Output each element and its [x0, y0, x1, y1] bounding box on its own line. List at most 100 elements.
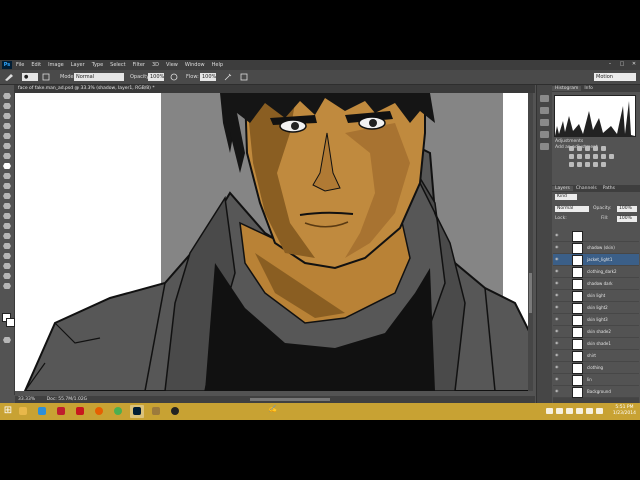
start-button[interactable]: ⊞	[2, 405, 14, 417]
opacity-field[interactable]: 100%	[148, 73, 164, 81]
color-balance-icon[interactable]	[577, 154, 582, 159]
clone-stamp-tool-icon[interactable]	[3, 173, 11, 179]
flow-field[interactable]: 100%	[200, 73, 216, 81]
move-tool-icon[interactable]	[3, 93, 11, 99]
layer-row[interactable]: ◉ Background	[553, 386, 639, 398]
visibility-eye-icon[interactable]: ◉	[555, 329, 560, 333]
visibility-eye-icon[interactable]: ◉	[555, 317, 560, 321]
brush-tool-preset-icon[interactable]	[4, 73, 16, 81]
layer-row[interactable]: ◉	[553, 230, 639, 242]
canvas-vertical-scrollbar[interactable]	[528, 93, 533, 391]
gradient-tool-icon[interactable]	[3, 203, 11, 209]
layer-row[interactable]: ◉ shadow (skin)	[553, 242, 639, 254]
layer-row[interactable]: ◉ skin light2	[553, 302, 639, 314]
visibility-eye-icon[interactable]: ◉	[555, 377, 560, 381]
selective-color-icon[interactable]	[601, 162, 606, 167]
zoom-tool-icon[interactable]	[3, 283, 11, 289]
taskbar-explorer-icon[interactable]	[16, 405, 30, 418]
layer-row[interactable]: ◉ skin shade1	[553, 338, 639, 350]
menu-file[interactable]: File	[16, 62, 24, 68]
vertical-scroll-thumb[interactable]	[529, 273, 532, 313]
visibility-eye-icon[interactable]: ◉	[555, 353, 560, 357]
shape-tool-icon[interactable]	[3, 263, 11, 269]
exposure-icon[interactable]	[593, 146, 598, 151]
brush-panel-icon[interactable]	[540, 119, 549, 126]
visibility-eye-icon[interactable]: ◉	[555, 257, 560, 261]
menu-type[interactable]: Type	[92, 62, 103, 68]
background-color-swatch[interactable]	[6, 318, 15, 327]
tab-info[interactable]: Info	[581, 86, 596, 91]
layer-filter-kind[interactable]: Kind	[555, 194, 577, 200]
zoom-level[interactable]: 33.33%	[15, 397, 35, 402]
vibrance-icon[interactable]	[601, 146, 606, 151]
eyedropper-tool-icon[interactable]	[3, 143, 11, 149]
network-icon[interactable]	[556, 408, 563, 414]
power-icon[interactable]	[596, 408, 603, 414]
keyboard-icon[interactable]	[546, 408, 553, 414]
color-lookup-icon[interactable]	[609, 154, 614, 159]
brush-panel-icon[interactable]	[42, 73, 50, 81]
type-tool-icon[interactable]	[3, 243, 11, 249]
brightness-icon[interactable]	[569, 146, 574, 151]
menu-3d[interactable]: 3D	[152, 62, 159, 68]
hue-saturation-icon[interactable]	[569, 154, 574, 159]
mode-select[interactable]: Normal	[74, 73, 124, 81]
layer-row[interactable]: ◉ lin	[553, 374, 639, 386]
properties-icon[interactable]	[540, 107, 549, 114]
visibility-eye-icon[interactable]: ◉	[555, 233, 560, 237]
dodge-tool-icon[interactable]	[3, 223, 11, 229]
canvas-area[interactable]	[15, 93, 533, 391]
volume-icon[interactable]	[576, 408, 583, 414]
taskbar-firefox-icon[interactable]	[92, 405, 106, 418]
blend-mode-select[interactable]: Normal	[555, 206, 589, 212]
taskbar-photos-icon[interactable]	[149, 405, 163, 418]
taskbar-acrobat-icon[interactable]	[73, 405, 87, 418]
layer-row[interactable]: ◉ skin shade2	[553, 326, 639, 338]
posterize-icon[interactable]	[577, 162, 582, 167]
visibility-eye-icon[interactable]: ◉	[555, 341, 560, 345]
menu-help[interactable]: Help	[212, 62, 223, 68]
menu-layer[interactable]: Layer	[71, 62, 85, 68]
menu-view[interactable]: View	[166, 62, 178, 68]
lasso-tool-icon[interactable]	[3, 113, 11, 119]
minimize-button[interactable]: –	[606, 61, 614, 68]
document-tab[interactable]: face of fake.man_ad.psd @ 33.3% (shadow,…	[15, 85, 535, 93]
layer-opacity-field[interactable]: 100%	[617, 206, 637, 212]
hand-tool-icon[interactable]	[3, 273, 11, 279]
gradient-map-icon[interactable]	[593, 162, 598, 167]
fill-field[interactable]: 100%	[617, 216, 637, 222]
invert-icon[interactable]	[569, 162, 574, 167]
layer-row[interactable]: ◉ clothing	[553, 362, 639, 374]
black-white-icon[interactable]	[585, 154, 590, 159]
taskbar-obs-icon[interactable]	[168, 405, 182, 418]
marquee-tool-icon[interactable]	[3, 103, 11, 109]
menu-window[interactable]: Window	[185, 62, 205, 68]
layer-row[interactable]: ◉ shirt	[553, 350, 639, 362]
brush-tool-icon[interactable]	[3, 163, 11, 169]
character-panel-icon[interactable]	[540, 131, 549, 138]
tab-paths[interactable]: Paths	[600, 186, 618, 191]
healing-tool-icon[interactable]	[3, 153, 11, 159]
taskbar-ie-icon[interactable]	[35, 405, 49, 418]
curves-icon[interactable]	[585, 146, 590, 151]
maximize-button[interactable]: □	[618, 61, 626, 68]
layer-row[interactable]: ◉ skin light	[553, 290, 639, 302]
threshold-icon[interactable]	[585, 162, 590, 167]
paragraph-panel-icon[interactable]	[540, 143, 549, 150]
tab-histogram[interactable]: Histogram	[552, 86, 582, 91]
close-button[interactable]: ✕	[630, 61, 638, 68]
channel-mixer-icon[interactable]	[601, 154, 606, 159]
layer-row[interactable]: ◉ shadow dark	[553, 278, 639, 290]
tab-channels[interactable]: Channels	[573, 186, 600, 191]
battery-icon[interactable]	[586, 408, 593, 414]
eraser-tool-icon[interactable]	[3, 193, 11, 199]
blur-tool-icon[interactable]	[3, 213, 11, 219]
taskbar-photoshop-icon[interactable]	[130, 405, 144, 418]
taskbar-filezilla-icon[interactable]	[54, 405, 68, 418]
menu-edit[interactable]: Edit	[31, 62, 41, 68]
flag-icon[interactable]	[566, 408, 573, 414]
visibility-eye-icon[interactable]: ◉	[555, 389, 560, 393]
brush-size-picker[interactable]: ●	[22, 73, 38, 81]
workspace-switcher[interactable]: Motion	[594, 73, 636, 81]
pen-tool-icon[interactable]	[3, 233, 11, 239]
